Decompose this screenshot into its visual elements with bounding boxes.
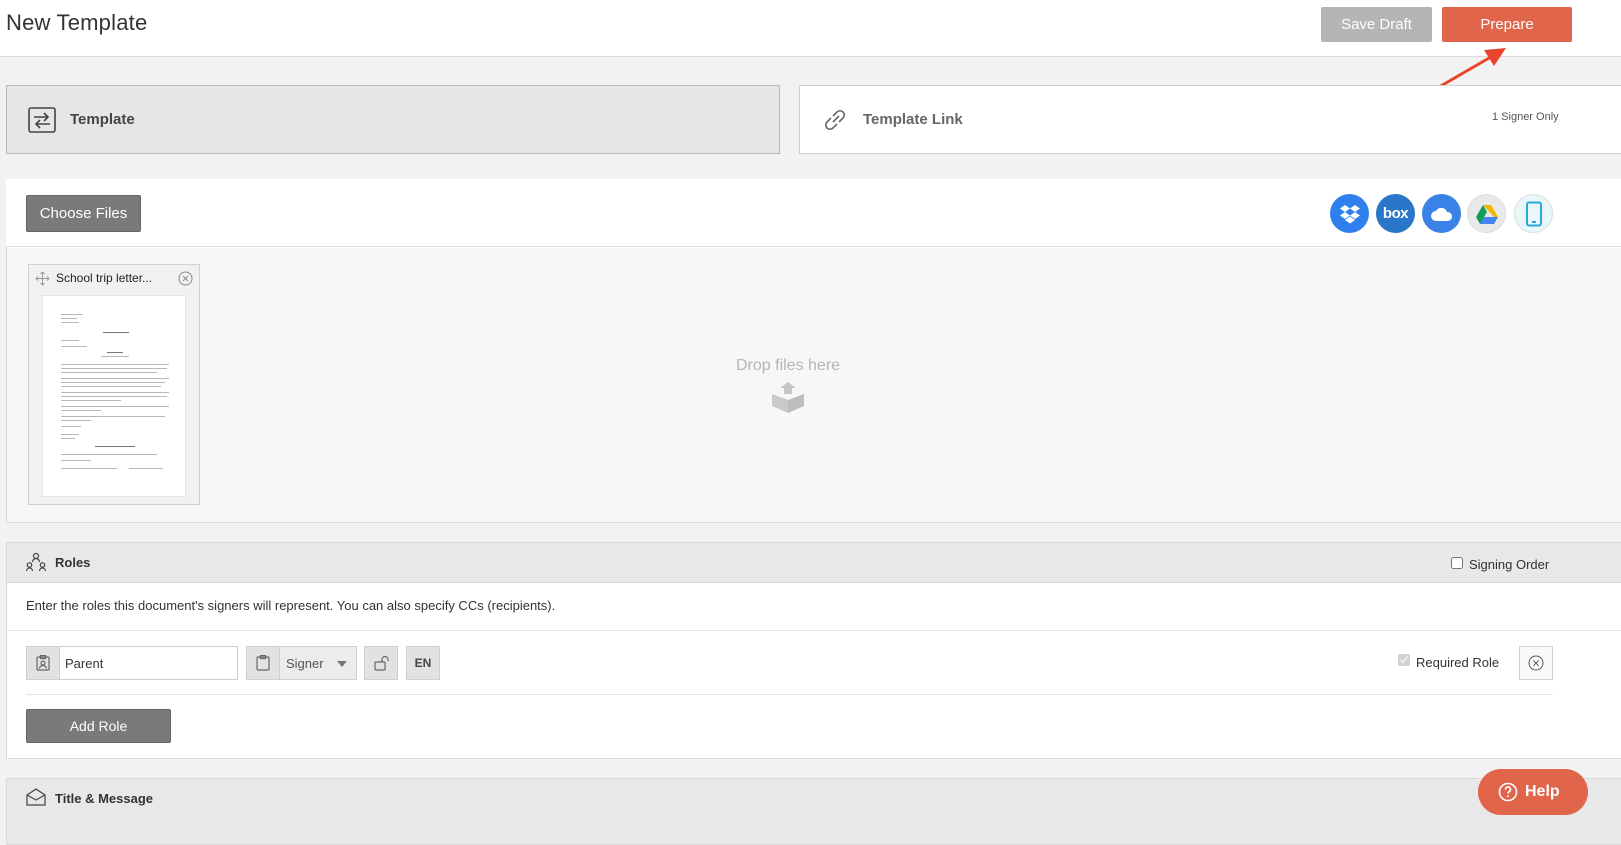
page-title: New Template xyxy=(6,10,148,35)
template-icon xyxy=(25,103,59,137)
roles-header xyxy=(7,543,1621,583)
box-icon[interactable]: box xyxy=(1376,194,1415,233)
signing-order-checkbox[interactable] xyxy=(1451,557,1463,569)
remove-role-button[interactable] xyxy=(1519,646,1553,680)
add-role-button[interactable]: Add Role xyxy=(26,709,171,743)
question-icon xyxy=(1498,782,1518,802)
help-label: Help xyxy=(1525,783,1560,800)
save-draft-button[interactable]: Save Draft xyxy=(1321,7,1432,42)
close-icon xyxy=(1528,655,1544,671)
prepare-button[interactable]: Prepare xyxy=(1442,7,1572,42)
template-link-mode-label: Template Link xyxy=(863,111,963,128)
onedrive-icon[interactable] xyxy=(1422,194,1461,233)
envelope-icon xyxy=(26,788,46,806)
box-logo-text: box xyxy=(1382,205,1409,222)
template-mode-label: Template xyxy=(70,111,135,128)
title-message-section[interactable] xyxy=(6,778,1621,845)
roles-description: Enter the roles this document's signers … xyxy=(26,598,556,613)
drop-box-icon xyxy=(772,382,804,413)
roles-icon xyxy=(25,552,47,572)
file-name: School trip letter... xyxy=(56,271,153,285)
role-badge-icon xyxy=(26,646,60,680)
dropbox-icon[interactable] xyxy=(1330,194,1369,233)
required-role-checkbox[interactable] xyxy=(1398,654,1410,666)
link-icon xyxy=(818,103,852,137)
move-icon[interactable] xyxy=(35,271,50,286)
clipboard-icon xyxy=(246,646,280,680)
role-name-input[interactable] xyxy=(59,646,238,680)
template-mode-card[interactable]: Template xyxy=(6,85,780,154)
chevron-down-icon xyxy=(337,661,347,667)
divider xyxy=(7,630,1621,631)
role-type-value: Signer xyxy=(286,655,324,671)
mobile-device-icon[interactable] xyxy=(1514,194,1553,233)
unlock-icon[interactable] xyxy=(364,646,398,680)
remove-file-icon[interactable] xyxy=(178,271,193,286)
drop-zone[interactable] xyxy=(7,248,1621,522)
document-thumbnail xyxy=(42,295,186,497)
drop-files-text: Drop files here xyxy=(736,357,841,374)
language-button[interactable]: EN xyxy=(406,646,440,680)
divider xyxy=(26,694,1553,695)
title-message-label: Title & Message xyxy=(55,791,154,806)
help-button[interactable]: Help xyxy=(1478,769,1588,815)
choose-files-button[interactable]: Choose Files xyxy=(26,195,141,232)
roles-title: Roles xyxy=(55,555,91,570)
required-role-label: Required Role xyxy=(1416,655,1500,670)
signing-order-label[interactable]: Signing Order xyxy=(1469,557,1549,572)
signer-limit-note: 1 Signer Only xyxy=(1492,111,1559,123)
role-type-select[interactable]: Signer xyxy=(279,646,357,680)
google-drive-icon[interactable] xyxy=(1467,194,1506,233)
